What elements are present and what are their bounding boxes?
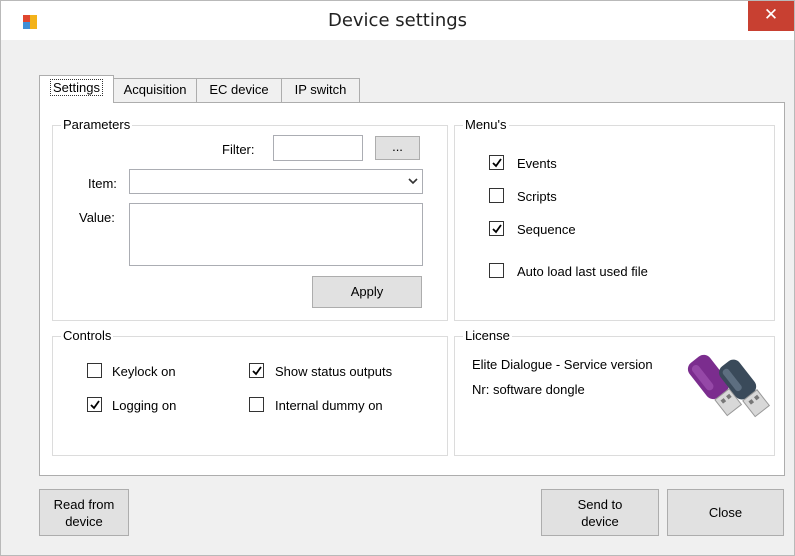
menus-group: Menu's Events Scripts Sequence Auto load… (454, 117, 775, 321)
tab-label: Acquisition (123, 82, 187, 97)
checkmark-icon (492, 158, 502, 168)
license-version-text: Elite Dialogue - Service version (472, 357, 653, 372)
sequence-checkbox[interactable] (489, 221, 504, 236)
checkmark-icon (90, 400, 100, 410)
parameters-group-title: Parameters (61, 117, 133, 133)
scripts-checkbox[interactable] (489, 188, 504, 203)
auto-load-label: Auto load last used file (517, 264, 648, 279)
auto-load-checkbox[interactable] (489, 263, 504, 278)
filter-label: Filter: (222, 142, 255, 157)
close-button[interactable]: Close (667, 489, 784, 536)
logging-checkbox[interactable] (87, 397, 102, 412)
item-combobox[interactable] (129, 169, 423, 194)
read-from-device-button[interactable]: Read from device (39, 489, 129, 536)
license-group-title: License (463, 328, 512, 344)
controls-group: Controls Keylock on Show status outputs … (52, 328, 448, 456)
close-icon: ✕ (763, 5, 779, 25)
value-textarea[interactable] (129, 203, 423, 266)
scripts-label: Scripts (517, 189, 557, 204)
checkmark-icon (252, 366, 262, 376)
tab-ip-switch[interactable]: IP switch (281, 78, 360, 102)
logging-label: Logging on (112, 398, 177, 413)
tab-label: Settings (50, 79, 103, 96)
internal-dummy-label: Internal dummy on (275, 398, 383, 413)
parameters-group: Parameters Filter: ... Item: Value: Appl… (52, 117, 448, 321)
item-label: Item: (88, 176, 117, 191)
tab-label: EC device (209, 82, 269, 97)
internal-dummy-checkbox[interactable] (249, 397, 264, 412)
tab-label: IP switch (294, 82, 347, 97)
keylock-label: Keylock on (112, 364, 176, 379)
apply-button[interactable]: Apply (312, 276, 422, 308)
license-group: License Elite Dialogue - Service version… (454, 328, 775, 456)
chevron-down-icon[interactable] (408, 172, 418, 193)
window-title: Device settings (327, 10, 468, 31)
events-checkbox[interactable] (489, 155, 504, 170)
tab-ec-device[interactable]: EC device (196, 78, 282, 102)
sequence-label: Sequence (517, 222, 576, 237)
tab-acquisition[interactable]: Acquisition (113, 78, 197, 102)
window-close-button[interactable]: ✕ (748, 1, 794, 31)
device-settings-window: Device settings ✕ Settings Acquisition E… (0, 0, 795, 556)
value-label: Value: (79, 210, 115, 225)
usb-dongle-icon (687, 354, 771, 418)
events-label: Events (517, 156, 557, 171)
filter-browse-button[interactable]: ... (375, 136, 420, 160)
filter-input[interactable] (273, 135, 363, 161)
title-bar: Device settings ✕ (1, 1, 794, 40)
show-status-outputs-label: Show status outputs (275, 364, 393, 379)
controls-group-title: Controls (61, 328, 114, 344)
send-to-device-button[interactable]: Send to device (541, 489, 659, 536)
show-status-outputs-checkbox[interactable] (249, 363, 264, 378)
license-number-text: Nr: software dongle (472, 382, 585, 397)
keylock-checkbox[interactable] (87, 363, 102, 378)
checkmark-icon (492, 224, 502, 234)
settings-tab-page: Parameters Filter: ... Item: Value: Appl… (39, 102, 785, 476)
tab-settings[interactable]: Settings (39, 75, 114, 103)
menus-group-title: Menu's (463, 117, 509, 133)
